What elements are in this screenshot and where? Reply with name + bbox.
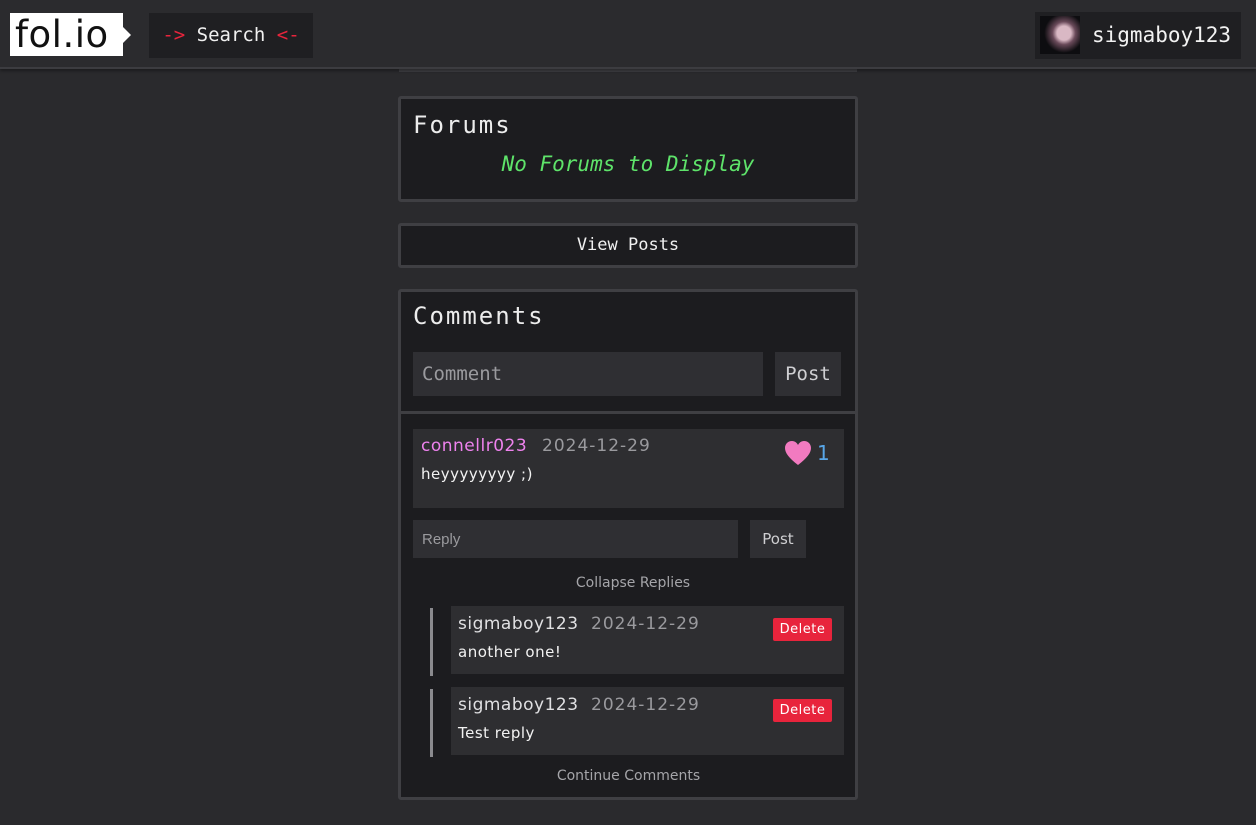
- reply-input[interactable]: [413, 520, 738, 558]
- comment-body: heyyyyyyyy ;): [421, 465, 533, 483]
- user-menu-button[interactable]: sigmaboy123: [1035, 12, 1241, 59]
- username-label: sigmaboy123: [1092, 23, 1232, 47]
- search-button[interactable]: -> Search <-: [149, 13, 313, 58]
- delete-reply-button[interactable]: Delete: [773, 618, 832, 641]
- logo-notch: [123, 27, 131, 43]
- forums-title: Forums: [413, 111, 512, 139]
- search-arrow-left: ->: [162, 24, 186, 46]
- delete-reply-button[interactable]: Delete: [773, 699, 832, 722]
- reply-body: another one!: [458, 643, 562, 661]
- comment-item: connellr023 2024-12-29 heyyyyyyyy ;) 1: [413, 429, 844, 508]
- reply-item: sigmaboy123 2024-12-29 another one! Dele…: [451, 606, 844, 674]
- collapse-replies-link[interactable]: Collapse Replies: [401, 575, 865, 591]
- reply-thread-bar: [430, 689, 433, 757]
- reply-thread-bar: [430, 608, 433, 676]
- view-posts-button[interactable]: View Posts: [398, 223, 858, 268]
- comment-input[interactable]: [413, 352, 763, 396]
- comments-title: Comments: [413, 302, 545, 330]
- like-count: 1: [817, 441, 830, 465]
- reply-date: 2024-12-29: [591, 614, 700, 634]
- comment-date: 2024-12-29: [542, 436, 651, 456]
- avatar: [1040, 16, 1080, 54]
- search-arrow-right: <-: [276, 24, 300, 46]
- comments-divider: [401, 411, 855, 414]
- continue-comments-link[interactable]: Continue Comments: [401, 768, 856, 784]
- heart-icon[interactable]: [784, 440, 812, 466]
- reply-author[interactable]: sigmaboy123: [458, 614, 579, 634]
- forums-card: Forums No Forums to Display: [398, 96, 858, 202]
- comments-card: Comments Post connellr023 2024-12-29 hey…: [398, 289, 858, 800]
- post-comment-button[interactable]: Post: [775, 352, 841, 396]
- reply-body: Test reply: [458, 724, 535, 742]
- reply-author[interactable]: sigmaboy123: [458, 695, 579, 715]
- reply-date: 2024-12-29: [591, 695, 700, 715]
- forums-empty-message: No Forums to Display: [501, 152, 755, 176]
- top-navbar: fol.io -> Search <- sigmaboy123: [0, 0, 1256, 69]
- comment-author[interactable]: connellr023: [421, 436, 527, 456]
- post-reply-button[interactable]: Post: [750, 520, 806, 558]
- site-logo[interactable]: fol.io: [10, 13, 123, 56]
- reply-item: sigmaboy123 2024-12-29 Test reply Delete: [451, 687, 844, 755]
- search-label: Search: [196, 24, 266, 46]
